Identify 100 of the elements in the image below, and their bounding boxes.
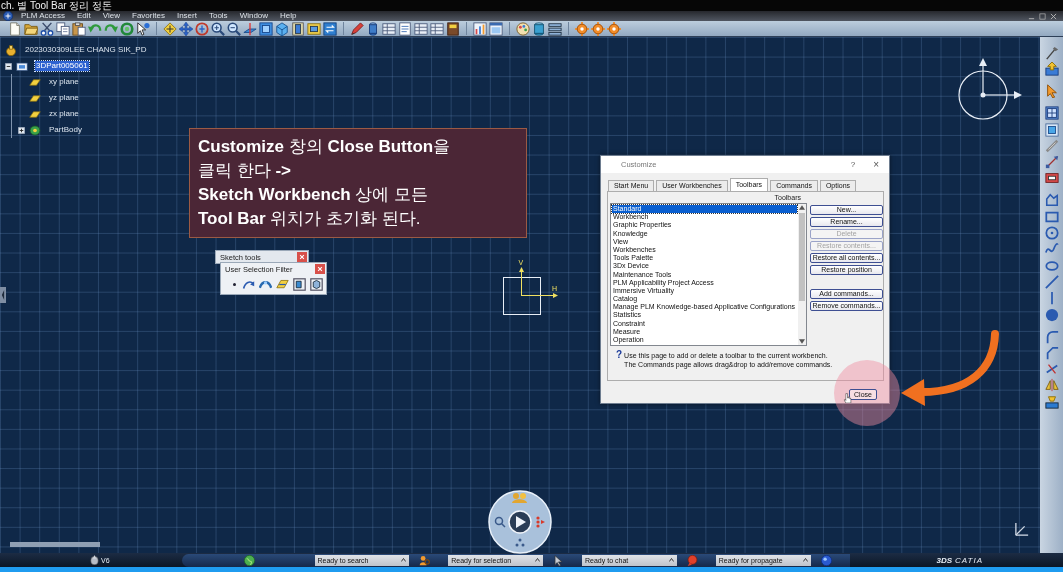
pencil-icon[interactable] [350, 21, 364, 36]
play-icon[interactable] [508, 510, 532, 534]
person-icon[interactable] [419, 554, 431, 566]
palette-icon[interactable] [516, 21, 530, 36]
pointer-icon[interactable] [1044, 84, 1059, 99]
square-icon[interactable] [1044, 122, 1059, 137]
circle-icon[interactable] [1044, 226, 1059, 241]
gear-icon[interactable] [575, 21, 589, 36]
table-icon[interactable] [414, 21, 428, 36]
caret-icon[interactable] [401, 558, 407, 562]
open-folder-icon[interactable] [24, 21, 38, 36]
menu-item[interactable]: Edit [77, 11, 91, 21]
surface-icon[interactable] [276, 278, 289, 291]
menu-item[interactable]: Tools [208, 11, 228, 21]
table-icon[interactable] [382, 21, 396, 36]
select-box-icon[interactable] [293, 278, 306, 291]
scroll-up-icon[interactable] [798, 204, 806, 211]
tree-item[interactable]: yz plane [48, 93, 80, 103]
app-logo-icon[interactable] [3, 11, 13, 21]
frame-icon[interactable] [291, 21, 305, 36]
square-frame-icon[interactable] [307, 21, 321, 36]
scrollbar[interactable] [10, 542, 100, 547]
compass-drawing[interactable] [958, 58, 1022, 120]
corner-icon[interactable] [1044, 329, 1059, 344]
tree-item[interactable]: xy plane [48, 77, 80, 87]
restore-icon[interactable] [1039, 12, 1046, 20]
rectangle-icon[interactable] [1044, 209, 1059, 224]
tree-item[interactable]: 2023030309LEE CHANG SIK_PD [24, 45, 148, 55]
pan-icon[interactable] [179, 21, 193, 36]
gear-icon[interactable] [591, 21, 605, 36]
scissors-icon[interactable] [40, 21, 54, 36]
globe-icon[interactable] [243, 554, 255, 566]
hexagon-box-icon[interactable] [310, 278, 323, 291]
plane-icon [29, 108, 41, 120]
expand-icon[interactable] [18, 126, 25, 134]
menu-item[interactable]: Help [280, 11, 297, 21]
dots-arrow-icon[interactable] [536, 516, 545, 528]
curve-arrow-icon[interactable] [242, 278, 255, 291]
menu-item[interactable]: Window [239, 11, 269, 21]
caret-icon[interactable] [668, 558, 674, 562]
copy-icon[interactable] [56, 21, 70, 36]
menu-item[interactable]: Favorites [132, 11, 165, 21]
panel-toggle-icon[interactable] [0, 287, 6, 303]
stack-icon[interactable] [548, 21, 562, 36]
box-arrow-icon[interactable] [1044, 62, 1059, 77]
drop-icon[interactable] [90, 555, 99, 565]
cylinder-icon[interactable] [366, 21, 380, 36]
axis-triad-icon [1015, 522, 1029, 536]
document-lines-icon[interactable] [398, 21, 412, 36]
stylus-icon[interactable] [1044, 46, 1059, 60]
minus-box-icon[interactable] [1044, 171, 1059, 186]
grid-icon[interactable] [1044, 106, 1059, 121]
three-dots-icon[interactable] [515, 538, 525, 547]
scroll-thumb[interactable] [799, 213, 805, 301]
plane-line-icon[interactable] [243, 21, 257, 36]
search-icon[interactable] [494, 516, 506, 528]
help-button[interactable]: ? [850, 160, 856, 169]
tree-item[interactable]: PartBody [48, 125, 83, 135]
chamfer-icon[interactable] [1044, 345, 1059, 360]
window-icon[interactable] [489, 21, 503, 36]
point-icon[interactable] [1044, 307, 1059, 322]
sketch-origin-square [503, 277, 541, 315]
close-icon[interactable] [1050, 12, 1057, 20]
zoom-in-icon[interactable] [211, 21, 225, 36]
menu-item[interactable]: View [102, 11, 120, 21]
collapse-icon[interactable] [5, 62, 12, 70]
menu-item[interactable]: Insert [176, 11, 197, 21]
book-icon[interactable] [446, 21, 460, 36]
caret-icon[interactable] [535, 558, 541, 562]
window-close-icon[interactable] [315, 264, 325, 274]
table-icon[interactable] [430, 21, 444, 36]
stamp-icon[interactable] [1044, 394, 1059, 409]
polyline-icon[interactable] [1044, 193, 1059, 208]
target-icon[interactable] [195, 21, 209, 36]
window-close-icon[interactable] [297, 252, 307, 262]
chat-icon[interactable] [686, 554, 698, 566]
arc-icon[interactable] [259, 278, 272, 291]
close-button[interactable]: × [873, 159, 879, 170]
diamond-icon[interactable] [163, 21, 177, 36]
scrollbar[interactable] [798, 204, 806, 345]
swap-icon[interactable] [323, 21, 337, 36]
gear-icon[interactable] [607, 21, 621, 36]
chart-icon[interactable] [473, 21, 487, 36]
paste-icon[interactable] [72, 21, 86, 36]
caret-icon[interactable] [802, 558, 808, 562]
scroll-down-icon[interactable] [798, 338, 806, 345]
ball-icon[interactable] [820, 554, 832, 566]
line-icon[interactable] [1044, 274, 1059, 289]
grip-dot-icon[interactable] [233, 283, 236, 286]
tree-item[interactable]: 3DPart005061 [35, 61, 89, 71]
mirror-icon[interactable] [1044, 378, 1059, 393]
cube-icon[interactable] [275, 21, 289, 36]
menu-item[interactable]: PLM Access [21, 11, 65, 21]
diagonal-arrow-icon[interactable] [1044, 155, 1059, 170]
tree-item[interactable]: zx plane [48, 109, 80, 119]
zoom-out-icon[interactable] [227, 21, 241, 36]
cursor-icon[interactable] [553, 554, 565, 566]
database-icon[interactable] [532, 21, 546, 36]
disc-icon [29, 124, 41, 136]
square-view-icon[interactable] [259, 21, 273, 36]
